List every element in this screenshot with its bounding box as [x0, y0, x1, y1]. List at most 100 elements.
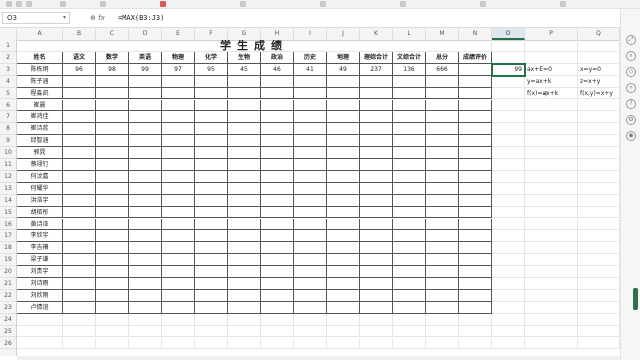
score-cell[interactable] [129, 99, 162, 112]
cell[interactable] [525, 170, 578, 183]
score-cell[interactable] [96, 111, 129, 124]
column-header-h[interactable]: H [261, 28, 294, 40]
column-header-c[interactable]: C [96, 28, 129, 40]
cell[interactable] [459, 313, 492, 326]
cell[interactable] [525, 337, 578, 350]
cell[interactable] [129, 313, 162, 326]
score-cell[interactable] [459, 289, 492, 302]
score-cell[interactable] [96, 301, 129, 314]
score-cell[interactable] [162, 230, 195, 243]
cell[interactable] [578, 51, 620, 64]
row-header-10[interactable]: 10 [0, 147, 16, 159]
score-cell[interactable] [426, 135, 459, 148]
score-cell[interactable] [459, 99, 492, 112]
cell[interactable] [294, 337, 327, 350]
score-cell[interactable]: 136 [393, 63, 426, 76]
cell[interactable] [525, 218, 578, 231]
help-icon[interactable]: ? [626, 99, 636, 109]
cell[interactable] [492, 51, 525, 64]
score-cell[interactable]: 97 [162, 63, 195, 76]
cell[interactable] [195, 325, 228, 338]
score-cell[interactable] [393, 206, 426, 219]
cell[interactable] [578, 301, 620, 314]
ribbon-icon[interactable] [26, 1, 32, 7]
cell[interactable] [525, 230, 578, 243]
score-cell[interactable] [459, 206, 492, 219]
score-cell[interactable] [228, 230, 261, 243]
cell[interactable] [578, 206, 620, 219]
score-cell[interactable] [195, 218, 228, 231]
score-cell[interactable] [96, 87, 129, 100]
score-cell[interactable] [228, 170, 261, 183]
cell[interactable] [393, 337, 426, 350]
score-cell[interactable] [426, 170, 459, 183]
score-cell[interactable] [294, 170, 327, 183]
ribbon-icon[interactable] [6, 1, 12, 7]
score-cell[interactable] [459, 159, 492, 171]
score-cell[interactable] [228, 206, 261, 219]
cell[interactable] [228, 337, 261, 350]
score-cell[interactable] [459, 63, 492, 76]
cell[interactable] [525, 99, 578, 112]
score-cell[interactable] [96, 278, 129, 290]
score-cell[interactable] [63, 135, 96, 148]
score-cell[interactable] [228, 123, 261, 136]
cell[interactable] [360, 325, 393, 338]
score-cell[interactable] [294, 87, 327, 100]
cell[interactable] [96, 313, 129, 326]
score-cell[interactable] [228, 147, 261, 159]
score-cell[interactable] [195, 135, 228, 148]
student-name[interactable]: 胡栢彤 [17, 206, 63, 219]
score-cell[interactable]: 237 [360, 63, 393, 76]
score-cell[interactable] [228, 99, 261, 112]
score-cell[interactable] [195, 254, 228, 267]
score-cell[interactable] [96, 230, 129, 243]
cell[interactable] [492, 289, 525, 302]
cell[interactable] [294, 325, 327, 338]
cell[interactable] [492, 218, 525, 231]
cell[interactable] [492, 135, 525, 148]
column-label[interactable]: 政治 [261, 51, 294, 64]
column-header-b[interactable]: B [63, 28, 96, 40]
score-cell[interactable] [63, 218, 96, 231]
cell[interactable] [492, 182, 525, 195]
student-name[interactable]: 黄诗泽 [17, 218, 63, 231]
cell[interactable] [525, 289, 578, 302]
score-cell[interactable] [195, 87, 228, 100]
row-header-3[interactable]: 3 [0, 64, 16, 76]
column-label[interactable]: 文综合计 [393, 51, 426, 64]
score-cell[interactable] [294, 254, 327, 267]
cell[interactable] [492, 278, 525, 290]
score-cell[interactable] [195, 206, 228, 219]
row-header-21[interactable]: 21 [0, 278, 16, 290]
score-cell[interactable] [360, 75, 393, 88]
cell[interactable] [525, 194, 578, 207]
student-name[interactable]: 卢倩谊 [17, 301, 63, 314]
ribbon-icon[interactable] [320, 1, 326, 7]
formula-note[interactable]: x=y=0 [578, 63, 620, 76]
cell[interactable] [492, 111, 525, 124]
score-cell[interactable] [294, 75, 327, 88]
cell[interactable] [63, 313, 96, 326]
score-cell[interactable] [228, 159, 261, 171]
score-cell[interactable] [426, 147, 459, 159]
score-cell[interactable] [96, 147, 129, 159]
cell[interactable] [578, 159, 620, 171]
score-cell[interactable] [195, 159, 228, 171]
cell[interactable] [525, 266, 578, 278]
ribbon-icon[interactable] [400, 1, 406, 7]
score-cell[interactable] [129, 230, 162, 243]
column-header-p[interactable]: P [525, 28, 578, 40]
column-header-k[interactable]: K [360, 28, 393, 40]
score-cell[interactable] [327, 135, 360, 148]
score-cell[interactable] [360, 230, 393, 243]
cell[interactable] [578, 170, 620, 183]
score-cell[interactable] [426, 123, 459, 136]
score-cell[interactable] [129, 301, 162, 314]
cell[interactable] [492, 194, 525, 207]
score-cell[interactable] [360, 242, 393, 255]
score-cell[interactable] [261, 254, 294, 267]
expand-icon[interactable]: ⤢ [626, 35, 636, 45]
column-label[interactable]: 成绩评价 [459, 51, 492, 64]
cell[interactable] [294, 313, 327, 326]
